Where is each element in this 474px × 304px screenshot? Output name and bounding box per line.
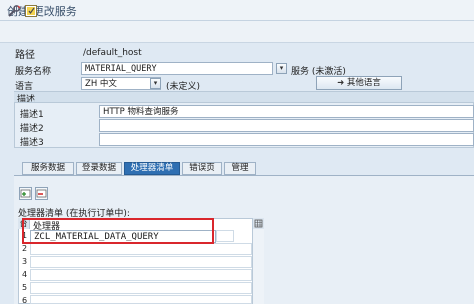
delete-row-icon[interactable] <box>35 187 48 200</box>
toolbar <box>0 21 474 43</box>
row-number: 5 <box>21 283 28 292</box>
table-cell[interactable] <box>216 230 234 242</box>
description-1-field[interactable]: HTTP 物料查询服务 <box>99 105 474 118</box>
table-scrollbar[interactable] <box>252 229 264 304</box>
table-row[interactable] <box>30 295 252 304</box>
row-number: 3 <box>21 257 28 266</box>
highlight-box <box>22 218 214 244</box>
wrench-icon[interactable] <box>7 4 21 18</box>
column-settings-icon[interactable] <box>252 218 264 229</box>
language-field[interactable]: ZH 中文 <box>81 77 161 90</box>
table-row[interactable] <box>30 256 252 268</box>
path-value: /default_host <box>83 48 142 58</box>
chevron-down-icon[interactable]: ▾ <box>150 78 161 89</box>
description-3-field[interactable] <box>99 133 474 146</box>
path-label: 路径 <box>15 50 35 61</box>
description-1-label: 描述1 <box>20 110 44 120</box>
description-2-field[interactable] <box>99 119 474 132</box>
service-name-field[interactable]: MATERIAL_QUERY <box>81 62 273 75</box>
table-row[interactable] <box>30 269 252 281</box>
row-number: 4 <box>21 270 28 279</box>
description-header <box>14 91 474 102</box>
description-3-label: 描述3 <box>20 138 44 148</box>
tab-service-data[interactable]: 服务数据 <box>22 162 74 175</box>
table-row[interactable] <box>30 243 252 255</box>
table-row[interactable] <box>30 282 252 294</box>
row-number: 6 <box>21 296 28 304</box>
tab-handler-list[interactable]: 处理器清单 <box>124 162 180 175</box>
dropdown-icon[interactable]: ▾ <box>276 63 287 74</box>
description-2-label: 描述2 <box>20 124 44 134</box>
service-name-label: 服务名称 <box>15 67 52 77</box>
other-language-label: 其他语言 <box>346 78 381 88</box>
activate-icon[interactable] <box>24 4 38 18</box>
insert-row-icon[interactable] <box>19 187 32 200</box>
arrow-right-icon: ➜ <box>337 78 347 88</box>
tab-administration[interactable]: 管理 <box>224 162 256 175</box>
row-number: 2 <box>21 244 28 253</box>
tab-logon-data[interactable]: 登录数据 <box>76 162 122 175</box>
other-language-button[interactable]: ➜ 其他语言 <box>316 76 402 90</box>
tab-error-pages[interactable]: 错误页 <box>182 162 222 175</box>
